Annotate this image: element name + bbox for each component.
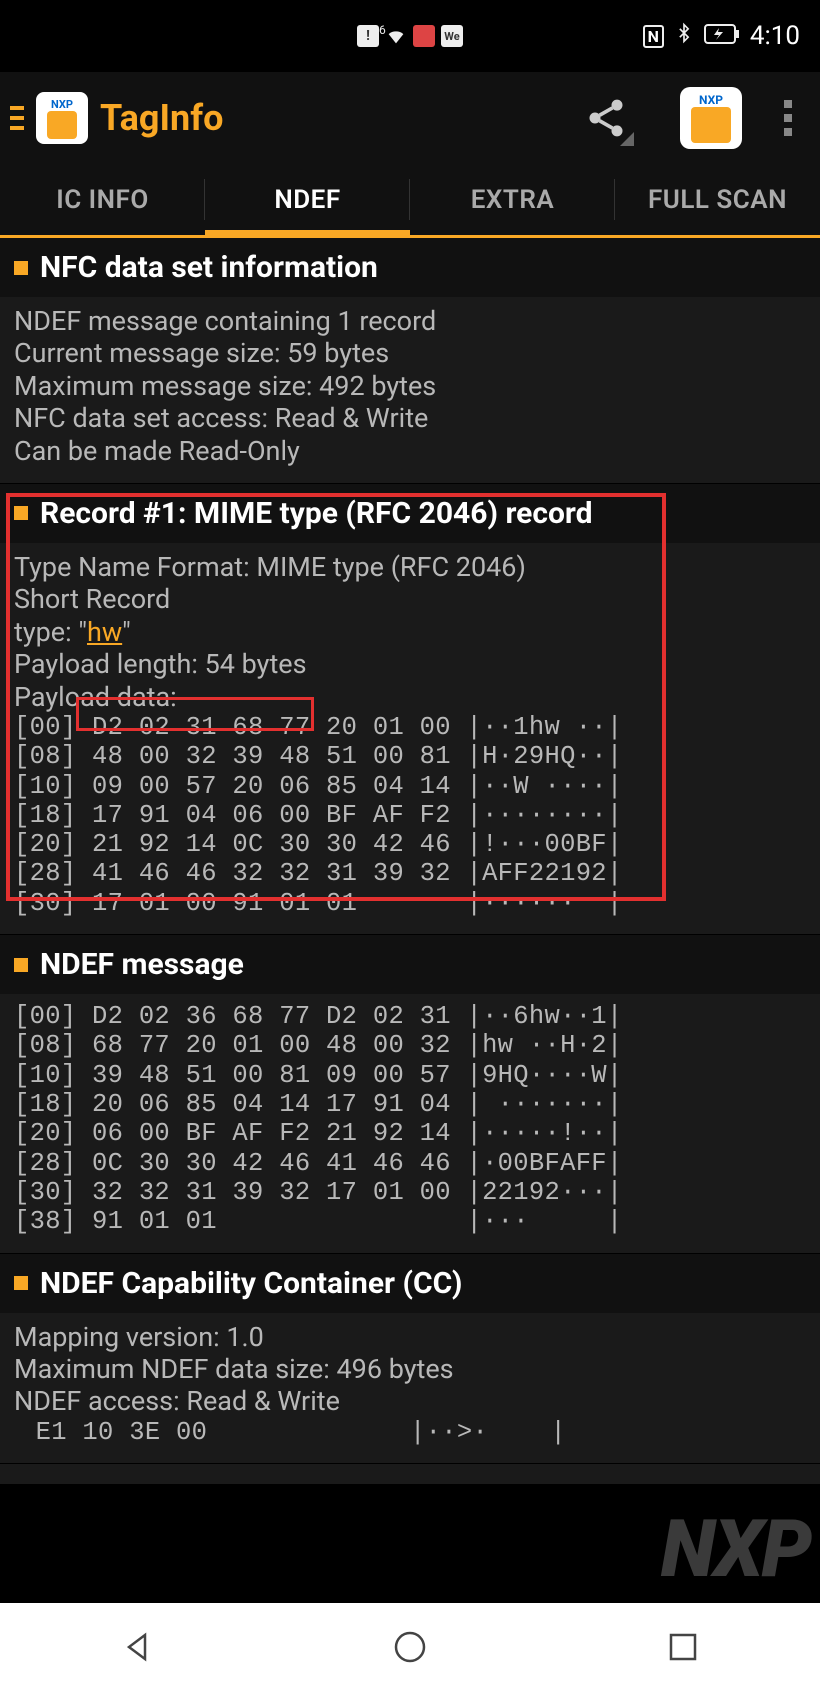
section-body-record1: Type Name Format: MIME type (RFC 2046) S… xyxy=(0,543,820,934)
bluetooth-icon xyxy=(674,21,694,51)
alert-icon: ! xyxy=(357,25,379,47)
section-nfc-info: NFC data set information NDEF message co… xyxy=(0,238,820,484)
menu-button[interactable] xyxy=(10,106,24,130)
overflow-menu-button[interactable] xyxy=(784,100,810,136)
type-value-link[interactable]: hw xyxy=(87,616,122,648)
type-label: type: " xyxy=(14,616,87,648)
battery-icon xyxy=(704,22,740,50)
app-title: TagInfo xyxy=(100,97,572,139)
tab-extra[interactable]: EXTRA xyxy=(410,164,615,235)
short-record-line: Short Record xyxy=(14,583,806,615)
info-line: Maximum message size: 492 bytes xyxy=(14,370,806,402)
cc-line: Mapping version: 1.0 xyxy=(14,1321,806,1353)
status-notifications: ! 6 We xyxy=(357,25,463,47)
bullet-icon xyxy=(14,261,28,275)
section-title: NDEF message xyxy=(40,947,244,982)
status-right: N 4:10 xyxy=(643,21,800,51)
section-title: NDEF Capability Container (CC) xyxy=(40,1266,462,1301)
status-time: 4:10 xyxy=(750,21,800,51)
payload-data-label: Payload data: xyxy=(14,681,806,713)
section-cc: NDEF Capability Container (CC) Mapping v… xyxy=(0,1254,820,1464)
android-nav-bar xyxy=(0,1603,820,1691)
info-line: NFC data set access: Read & Write xyxy=(14,402,806,434)
type-line: type: "hw" xyxy=(14,616,806,648)
recents-button[interactable] xyxy=(663,1627,703,1667)
app-bar: NXP TagInfo NXP xyxy=(0,72,820,164)
content-scroll[interactable]: NFC data set information NDEF message co… xyxy=(0,238,820,1484)
info-line: Current message size: 59 bytes xyxy=(14,337,806,369)
share-button[interactable] xyxy=(584,96,628,140)
bullet-icon xyxy=(14,958,28,972)
section-title: Record #1: MIME type (RFC 2046) record xyxy=(40,496,593,531)
tab-ic-info[interactable]: IC INFO xyxy=(0,164,205,235)
cc-line: NDEF access: Read & Write xyxy=(14,1385,806,1417)
section-ndef-message: NDEF message [00] D2 02 36 68 77 D2 02 3… xyxy=(0,935,820,1254)
bullet-icon xyxy=(14,506,28,520)
tab-ndef[interactable]: NDEF xyxy=(205,164,410,235)
app-icon: NXP xyxy=(36,92,88,144)
section-title: NFC data set information xyxy=(40,250,378,285)
wifi-icon: 6 xyxy=(385,25,407,47)
bullet-icon xyxy=(14,1276,28,1290)
tnf-line: Type Name Format: MIME type (RFC 2046) xyxy=(14,551,806,583)
status-bar: ! 6 We N 4:10 xyxy=(0,0,820,72)
home-button[interactable] xyxy=(390,1627,430,1667)
nxp-watermark: NXP xyxy=(661,1502,810,1596)
tab-full-scan[interactable]: FULL SCAN xyxy=(615,164,820,235)
payload-length-line: Payload length: 54 bytes xyxy=(14,648,806,680)
info-line: Can be made Read-Only xyxy=(14,435,806,467)
section-header-ndef-message: NDEF message xyxy=(0,935,820,994)
section-record1: Record #1: MIME type (RFC 2046) record T… xyxy=(0,484,820,935)
section-body-ndef-message: [00] D2 02 36 68 77 D2 02 31 |··6hw··1| … xyxy=(0,994,820,1253)
ndef-hex-dump: [00] D2 02 36 68 77 D2 02 31 |··6hw··1| … xyxy=(14,1002,806,1237)
back-button[interactable] xyxy=(117,1627,157,1667)
app-notif-icon xyxy=(413,25,435,47)
section-header-nfc-info: NFC data set information xyxy=(0,238,820,297)
section-body-nfc-info: NDEF message containing 1 record Current… xyxy=(0,297,820,483)
nfc-icon: N xyxy=(643,25,664,48)
we-icon: We xyxy=(441,25,463,47)
section-header-record1: Record #1: MIME type (RFC 2046) record xyxy=(0,484,820,543)
info-line: NDEF message containing 1 record xyxy=(14,305,806,337)
cc-line: Maximum NDEF data size: 496 bytes xyxy=(14,1353,806,1385)
record1-hex-dump: [00] D2 02 31 68 77 20 01 00 |··1hw ··| … xyxy=(14,713,806,918)
cc-hex-dump: E1 10 3E 00 |··>· | xyxy=(14,1418,806,1447)
type-close: " xyxy=(122,616,131,648)
section-body-cc: Mapping version: 1.0 Maximum NDEF data s… xyxy=(0,1313,820,1463)
section-header-cc: NDEF Capability Container (CC) xyxy=(0,1254,820,1313)
tagwriter-button[interactable]: NXP xyxy=(680,87,742,149)
tab-bar: IC INFO NDEF EXTRA FULL SCAN xyxy=(0,164,820,238)
